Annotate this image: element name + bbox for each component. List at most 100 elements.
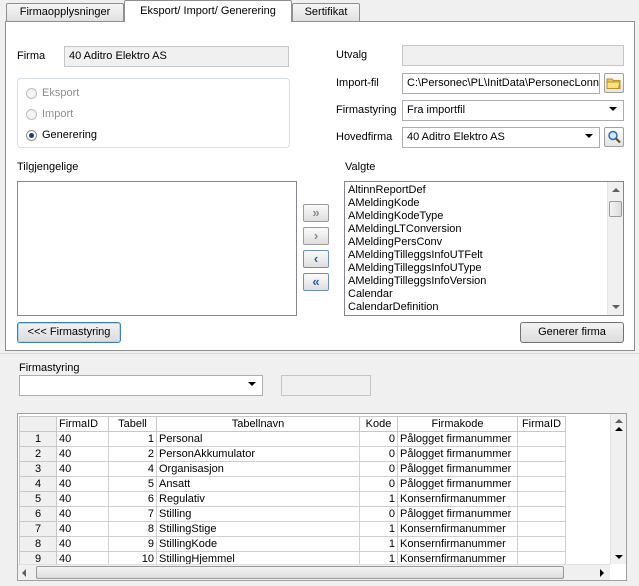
scroll-right-icon[interactable] <box>600 569 604 577</box>
cell-firmaid[interactable]: 40 <box>56 431 109 447</box>
table-row[interactable]: 5 40 6 Regulativ 1 Konsernfirmanummer <box>19 491 566 507</box>
cell-tabell[interactable]: 4 <box>108 461 157 477</box>
browse-folder-button[interactable] <box>604 73 624 93</box>
search-hovedfirma-button[interactable] <box>604 127 624 147</box>
cell-kode[interactable]: 0 <box>359 506 398 522</box>
column-header[interactable]: Tabell <box>108 416 157 432</box>
cell-tabell[interactable]: 5 <box>108 476 157 492</box>
column-header[interactable]: Kode <box>359 416 398 432</box>
cell-tabell[interactable]: 9 <box>108 536 157 552</box>
cell-firmaid[interactable]: 40 <box>56 491 109 507</box>
cell-firmakode[interactable]: Pålogget firmanummer <box>397 446 518 462</box>
row-header[interactable]: 4 <box>19 476 57 492</box>
cell-firmakode[interactable]: Konsernfirmanummer <box>397 536 518 552</box>
cell-firmaid-2[interactable] <box>517 506 566 522</box>
list-item[interactable]: AMeldingTilleggsInfoVersion <box>345 275 607 288</box>
cell-firmaid-2[interactable] <box>517 521 566 537</box>
tab-eksport-import-generering[interactable]: Eksport/ Import/ Generering <box>124 0 292 22</box>
cell-tabellnavn[interactable]: StillingKode <box>156 536 360 552</box>
cell-tabellnavn[interactable]: StillingStige <box>156 521 360 537</box>
list-item[interactable]: AMeldingTilleggsInfoUTFelt <box>345 249 607 262</box>
scroll-thumb[interactable] <box>609 201 622 217</box>
cell-tabellnavn[interactable]: Organisasjon <box>156 461 360 477</box>
scroll-down-icon[interactable] <box>615 555 623 559</box>
list-item[interactable]: AltinnReportDef <box>345 184 607 197</box>
tab-firmaopplysninger[interactable]: Firmaopplysninger <box>6 3 124 21</box>
column-header[interactable]: FirmaID <box>56 416 109 432</box>
cell-tabell[interactable]: 1 <box>108 431 157 447</box>
table-row[interactable]: 8 40 9 StillingKode 1 Konsernfirmanummer <box>19 536 566 552</box>
generer-firma-button[interactable]: Generer firma <box>520 322 624 343</box>
cell-firmaid-2[interactable] <box>517 536 566 552</box>
cell-kode[interactable]: 1 <box>359 521 398 537</box>
scroll-thumb[interactable] <box>36 566 564 579</box>
column-header[interactable]: Firmakode <box>397 416 518 432</box>
cell-firmakode[interactable]: Konsernfirmanummer <box>397 491 518 507</box>
cell-firmaid[interactable]: 40 <box>56 476 109 492</box>
cell-firmakode[interactable]: Pålogget firmanummer <box>397 506 518 522</box>
cell-firmakode[interactable]: Konsernfirmanummer <box>397 521 518 537</box>
cell-kode[interactable]: 0 <box>359 431 398 447</box>
table-row[interactable]: 1 40 1 Personal 0 Pålogget firmanummer <box>19 431 566 447</box>
table-row[interactable]: 6 40 7 Stilling 0 Pålogget firmanummer <box>19 506 566 522</box>
list-item[interactable]: AMeldingPersConv <box>345 236 607 249</box>
scroll-up-icon[interactable] <box>615 427 623 431</box>
selected-list-scrollbar[interactable] <box>607 182 623 315</box>
cell-kode[interactable]: 1 <box>359 491 398 507</box>
cell-tabell[interactable]: 8 <box>108 521 157 537</box>
row-header[interactable]: 2 <box>19 446 57 462</box>
table-row[interactable]: 2 40 2 PersonAkkumulator 0 Pålogget firm… <box>19 446 566 462</box>
cell-firmaid[interactable]: 40 <box>56 461 109 477</box>
cell-tabellnavn[interactable]: PersonAkkumulator <box>156 446 360 462</box>
tab-sertifikat[interactable]: Sertifikat <box>292 3 360 21</box>
cell-firmaid[interactable]: 40 <box>56 536 109 552</box>
column-header[interactable]: FirmaID <box>517 416 566 432</box>
list-item[interactable]: AMeldingTilleggsInfoUType <box>345 262 607 275</box>
cell-tabell[interactable]: 7 <box>108 506 157 522</box>
table-row[interactable]: 4 40 5 Ansatt 0 Pålogget firmanummer <box>19 476 566 492</box>
scroll-up-icon[interactable] <box>615 419 623 423</box>
selected-list[interactable]: AltinnReportDef AMeldingKode AMeldingKod… <box>344 181 624 316</box>
radio-import[interactable] <box>26 109 37 120</box>
cell-tabell[interactable]: 2 <box>108 446 157 462</box>
cell-tabellnavn[interactable]: Regulativ <box>156 491 360 507</box>
grid-hscrollbar[interactable] <box>18 564 610 580</box>
add-all-button[interactable]: » <box>303 204 329 222</box>
row-header[interactable]: 1 <box>19 431 57 447</box>
cell-firmakode[interactable]: Pålogget firmanummer <box>397 476 518 492</box>
remove-all-button[interactable]: « <box>303 273 329 291</box>
cell-tabellnavn[interactable]: Ansatt <box>156 476 360 492</box>
radio-generering[interactable] <box>26 130 37 141</box>
cell-firmakode[interactable]: Pålogget firmanummer <box>397 461 518 477</box>
list-item[interactable]: AMeldingKode <box>345 197 607 210</box>
add-one-button[interactable]: › <box>303 227 329 245</box>
cell-firmaid[interactable]: 40 <box>56 446 109 462</box>
cell-firmakode[interactable]: Pålogget firmanummer <box>397 431 518 447</box>
importfil-input[interactable]: C:\Personec\PL\InitData\PersonecLonn <box>402 73 600 94</box>
cell-firmaid[interactable]: 40 <box>56 521 109 537</box>
cell-firmaid-2[interactable] <box>517 491 566 507</box>
list-item[interactable]: Calendar <box>345 288 607 301</box>
cell-tabell[interactable]: 6 <box>108 491 157 507</box>
table-row[interactable]: 3 40 4 Organisasjon 0 Pålogget firmanumm… <box>19 461 566 477</box>
grid-vscrollbar[interactable] <box>610 414 626 564</box>
firmastyring-select[interactable]: Fra importfil <box>402 100 624 121</box>
row-header[interactable]: 3 <box>19 461 57 477</box>
cell-kode[interactable]: 0 <box>359 476 398 492</box>
cell-tabellnavn[interactable]: Personal <box>156 431 360 447</box>
table-row[interactable]: 7 40 8 StillingStige 1 Konsernfirmanumme… <box>19 521 566 537</box>
list-item[interactable]: CalendarDefinition <box>345 301 607 314</box>
cell-tabellnavn[interactable]: Stilling <box>156 506 360 522</box>
row-header[interactable]: 8 <box>19 536 57 552</box>
scroll-up-icon[interactable] <box>612 188 620 192</box>
cell-firmaid-2[interactable] <box>517 446 566 462</box>
row-header[interactable]: 7 <box>19 521 57 537</box>
cell-firmaid-2[interactable] <box>517 431 566 447</box>
cell-kode[interactable]: 1 <box>359 536 398 552</box>
hovedfirma-select[interactable]: 40 Aditro Elektro AS <box>402 127 600 148</box>
cell-firmaid[interactable]: 40 <box>56 506 109 522</box>
list-item[interactable]: AMeldingLTConversion <box>345 223 607 236</box>
available-list[interactable] <box>17 181 297 316</box>
column-header[interactable]: Tabellnavn <box>156 416 360 432</box>
radio-eksport[interactable] <box>26 88 37 99</box>
